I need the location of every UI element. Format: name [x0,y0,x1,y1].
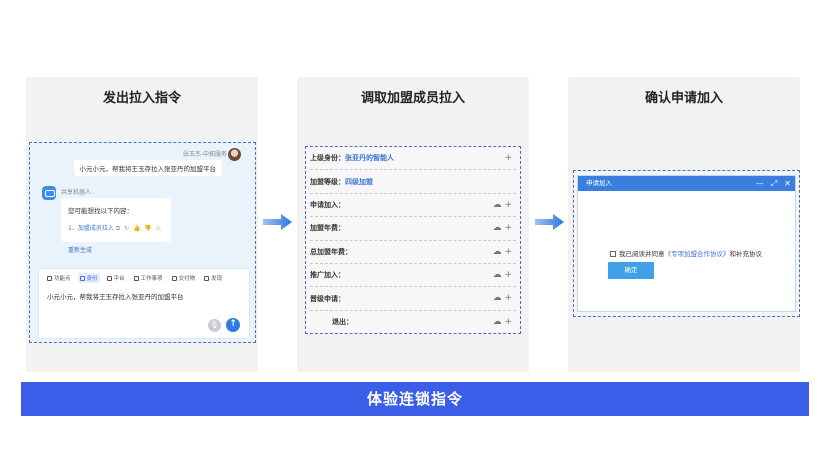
send-button[interactable]: ↑ [226,318,240,332]
chat-user-name: 张玉杰-中拓服务 [182,151,227,158]
bot-link-label[interactable]: 1、加盟成员拉入 [68,225,114,232]
form-label: 申请加入： [310,200,345,209]
form-value: 四级加盟 [345,177,373,186]
chat-input-text[interactable]: 小元小元，帮我将王玉存拉入张亚丹的加盟平台 [47,291,184,301]
form-row[interactable]: 上级身份： 张亚丹的智能人 + [310,147,516,171]
confirm-button[interactable]: 确定 [608,262,654,279]
form-row[interactable]: 晋级申请： ☁ + [310,287,516,311]
window-controls: — ⤢ ✕ [756,176,791,191]
chevron-left-icon[interactable]: ‹ [27,251,30,260]
minimize-icon[interactable]: — [756,176,764,191]
dialog-frame: 申请加入 — ⤢ ✕ 我已阅读并同意《专项加盟合作协议》和补充协议 确定 [573,170,800,317]
close-icon[interactable]: ✕ [784,176,791,191]
join-dialog: 申请加入 — ⤢ ✕ 我已阅读并同意《专项加盟合作协议》和补充协议 确定 [577,175,796,312]
form-row[interactable]: 推广加入： ☁ + [310,264,516,288]
feedback-icons[interactable]: ⧉ ↻ 👍 👎 ⚠ [116,225,162,232]
form-label: 加盟年费： [310,224,345,233]
regenerate-link[interactable]: 重新生成 [68,245,92,254]
microphone-icon[interactable]: 🎙 [208,319,221,332]
form-row[interactable]: 退出： ☁ + [310,311,516,334]
avatar [228,148,241,161]
bot-reply-card: 您可能想找以下内容： 1、加盟成员拉入 ⧉ ↻ 👍 👎 ⚠ [61,198,171,242]
member-form: 上级身份： 张亚丹的智能人 + 加盟等级： 四级加盟 申请加入： ☁ + 加盟年费：… [305,146,521,334]
form-row[interactable]: 加盟等级： 四级加盟 [310,170,516,194]
upload-add-icons[interactable]: ☁ + [493,316,512,328]
dialog-title: 申请加入 [586,179,612,187]
form-label: 退出： [332,318,353,327]
upload-add-icons[interactable]: ☁ + [493,269,512,281]
bot-question: 您可能想找以下内容： [68,207,133,215]
panel-title: 调取加盟成员拉入 [360,91,465,106]
upload-add-icons[interactable]: ☁ + [493,222,512,234]
dialog-header: 申请加入 — ⤢ ✕ [578,176,795,191]
form-label: 总加盟年费： [310,247,352,256]
form-label: 推广加入： [310,271,345,280]
upload-add-icons[interactable]: ☁ + [493,292,512,304]
experience-banner[interactable]: 体验连锁指令 [21,382,809,416]
agree-checkbox[interactable] [610,251,616,257]
chat-window: 张玉杰-中拓服务 小元小元，帮我将王玉存拉入张亚丹的加盟平台 共享机器人 您可能… [27,142,256,343]
arrow-right-icon [263,214,292,230]
form-row[interactable]: 总加盟年费： ☁ + [310,241,516,264]
form-label: 晋级申请： [310,294,345,303]
tool-discover[interactable]: 发现 [202,273,224,283]
form-row[interactable]: 加盟年费： ☁ + [310,217,516,241]
agree-suffix: 和补充协议 [729,250,763,258]
tool-function[interactable]: 功能点 [45,273,73,283]
user-message: 小元小元，帮我将王玉存拉入张亚丹的加盟平台 [73,160,222,176]
panel-title: 发出拉入指令 [102,91,181,106]
tool-work-items[interactable]: 工作事项 [132,273,165,283]
bot-icon [42,186,56,200]
panel-confirm-join: 确认申请加入 申请加入 — ⤢ ✕ 我已阅读并同意《专项加盟合作协议》和补充协议… [568,77,800,372]
tool-deliverables[interactable]: 交付物 [170,273,198,283]
panel-issue-command: 发出拉入指令 张玉杰-中拓服务 小元小元，帮我将王玉存拉入张亚丹的加盟平台 共享… [26,77,258,372]
panel-member-pull: 调取加盟成员拉入 上级身份： 张亚丹的智能人 + 加盟等级： 四级加盟 申请加入： … [297,77,529,372]
form-row[interactable]: 申请加入： ☁ + [310,194,516,218]
form-label: 上级身份： [310,154,345,163]
input-toolbar: 功能点 身份 平台 工作事项 交付物 发现 [45,273,224,283]
form-value: 张亚丹的智能人 [345,154,394,163]
bot-suggestion-link[interactable]: 1、加盟成员拉入 ⧉ ↻ 👍 👎 ⚠ [68,223,162,233]
upload-add-icons[interactable]: ☁ + [493,199,512,211]
agree-prefix: 我已阅读并同意 [619,250,665,258]
add-icon[interactable]: + [504,152,512,164]
agreement-link[interactable]: 《专项加盟合作协议》 [665,250,730,258]
upload-add-icons[interactable]: ☁ + [493,246,512,258]
maximize-icon[interactable]: ⤢ [771,176,777,191]
bot-name: 共享机器人 [61,189,92,196]
panel-title: 确认申请加入 [644,91,723,106]
chat-input-box[interactable]: 功能点 身份 平台 工作事项 交付物 发现 小元小元，帮我将王玉存拉入张亚丹的加… [38,268,250,339]
agreement-line: 我已阅读并同意《专项加盟合作协议》和补充协议 [610,248,762,258]
arrow-right-icon [535,214,564,230]
form-label: 加盟等级： [310,177,345,186]
tool-identity[interactable]: 身份 [77,273,100,283]
tool-platform[interactable]: 平台 [105,273,127,283]
